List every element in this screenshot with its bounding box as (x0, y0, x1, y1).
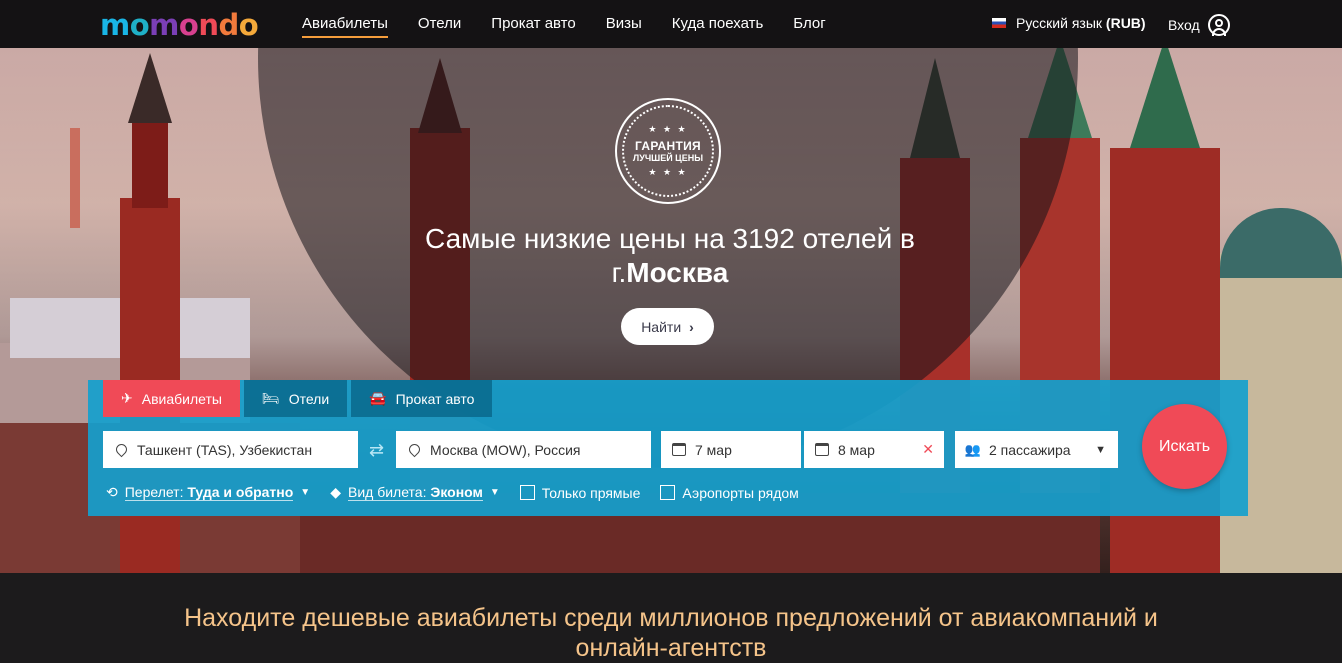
passengers-select[interactable]: 👥 2 пассажира ▼ (955, 431, 1118, 468)
tab-hotels[interactable]: 🛏 Отели (243, 380, 348, 417)
origin-value: Ташкент (TAS), Узбекистан (137, 441, 313, 458)
language-selector[interactable]: Русский язык (RUB) (992, 15, 1146, 31)
plane-icon: ✈ (121, 390, 133, 406)
best-price-guarantee-badge: ★ ★ ★ ГАРАНТИЯ ЛУЧШЕЙ ЦЕНЫ ★ ★ ★ (615, 98, 721, 204)
trip-type-label: Перелет: (124, 484, 184, 500)
login-link[interactable]: Вход (1168, 14, 1230, 36)
search-options: ⟲ Перелет: Туда и обратно ▼ ◆ Вид билета… (106, 484, 819, 501)
round-trip-icon: ⟲ (106, 484, 118, 500)
chevron-right-icon: › (689, 318, 694, 335)
tab-flights[interactable]: ✈ Авиабилеты (103, 380, 240, 417)
clear-return-date-icon[interactable]: ✕ (922, 441, 934, 458)
destination-field[interactable]: Москва (MOW), Россия (396, 431, 651, 468)
login-label: Вход (1168, 17, 1200, 33)
nav-visas[interactable]: Визы (606, 0, 642, 48)
trip-type-dropdown[interactable]: ⟲ Перелет: Туда и обратно ▼ (106, 484, 310, 501)
swap-icon[interactable]: ⇄ (369, 440, 384, 461)
chevron-down-icon: ▼ (1095, 443, 1106, 456)
destination-value: Москва (MOW), Россия (430, 441, 581, 458)
tab-hotels-label: Отели (288, 390, 330, 407)
promo-text: Находите дешевые авиабилеты среди миллио… (184, 604, 1158, 662)
hero-title-city: Москва (626, 257, 729, 288)
direct-only-label: Только прямые (541, 484, 641, 501)
location-pin-icon (113, 441, 129, 458)
ticket-class-label: Вид билета: (347, 484, 427, 500)
checkbox-icon (519, 485, 535, 500)
user-icon (1207, 14, 1230, 36)
direct-only-checkbox[interactable]: Только прямые (519, 484, 641, 501)
search-tabs: ✈ Авиабилеты 🛏 Отели 🚘 Прокат авто (103, 380, 493, 417)
nav-explore[interactable]: Куда поехать (672, 0, 764, 48)
car-icon: 🚘 (369, 390, 387, 406)
find-hotels-button[interactable]: Найти › (621, 308, 714, 345)
find-button-label: Найти (641, 318, 682, 335)
flight-search-panel: ✈ Авиабилеты 🛏 Отели 🚘 Прокат авто Ташке… (88, 380, 1248, 516)
hero-title: Самые низкие цены на 3192 отелей в г.Мос… (380, 222, 960, 290)
nav-flights[interactable]: Авиабилеты (302, 0, 388, 48)
trip-type-value: Туда и обратно (187, 484, 294, 500)
origin-field[interactable]: Ташкент (TAS), Узбекистан (103, 431, 358, 468)
language-label: Русский язык (1016, 15, 1103, 31)
main-nav: Авиабилеты Отели Прокат авто Визы Куда п… (302, 0, 856, 48)
nearby-airports-label: Аэропорты рядом (682, 484, 799, 501)
promo-section: Находите дешевые авиабилеты среди миллио… (0, 573, 1342, 663)
chevron-down-icon: ▼ (300, 487, 311, 498)
nav-car-rental[interactable]: Прокат авто (491, 0, 575, 48)
badge-stars-top: ★ ★ ★ (648, 124, 688, 134)
checkbox-icon (660, 485, 676, 500)
top-navigation-bar: momondo Авиабилеты Отели Прокат авто Виз… (0, 0, 1342, 48)
ticket-icon: ◆ (330, 484, 341, 500)
nav-hotels[interactable]: Отели (418, 0, 461, 48)
return-date-field[interactable]: 8 мар ✕ (804, 431, 944, 468)
nav-blog[interactable]: Блог (793, 0, 825, 48)
tab-car-rental-label: Прокат авто (395, 390, 475, 407)
calendar-icon (672, 443, 686, 457)
return-date-value: 8 мар (838, 441, 875, 458)
calendar-icon (815, 443, 829, 457)
currency-label: (RUB) (1105, 15, 1146, 31)
tab-car-rental[interactable]: 🚘 Прокат авто (351, 380, 493, 417)
bed-icon: 🛏 (261, 390, 280, 406)
badge-subtitle: ЛУЧШЕЙ ЦЕНЫ (632, 153, 704, 163)
passengers-value: 2 пассажира (989, 441, 1071, 458)
badge-title: ГАРАНТИЯ (635, 139, 701, 153)
russia-flag-icon (992, 18, 1006, 28)
depart-date-field[interactable]: 7 мар (661, 431, 801, 468)
tab-flights-label: Авиабилеты (141, 390, 222, 407)
location-pin-icon (406, 441, 422, 458)
passengers-icon: 👥 (964, 441, 982, 457)
momondo-logo[interactable]: momondo (100, 8, 259, 42)
depart-date-value: 7 мар (695, 441, 732, 458)
search-button[interactable]: Искать (1142, 404, 1227, 489)
chevron-down-icon: ▼ (489, 487, 500, 498)
ticket-class-dropdown[interactable]: ◆ Вид билета: Эконом ▼ (330, 484, 500, 501)
ticket-class-value: Эконом (430, 484, 483, 500)
nearby-airports-checkbox[interactable]: Аэропорты рядом (660, 484, 799, 501)
badge-stars-bottom: ★ ★ ★ (648, 167, 688, 177)
